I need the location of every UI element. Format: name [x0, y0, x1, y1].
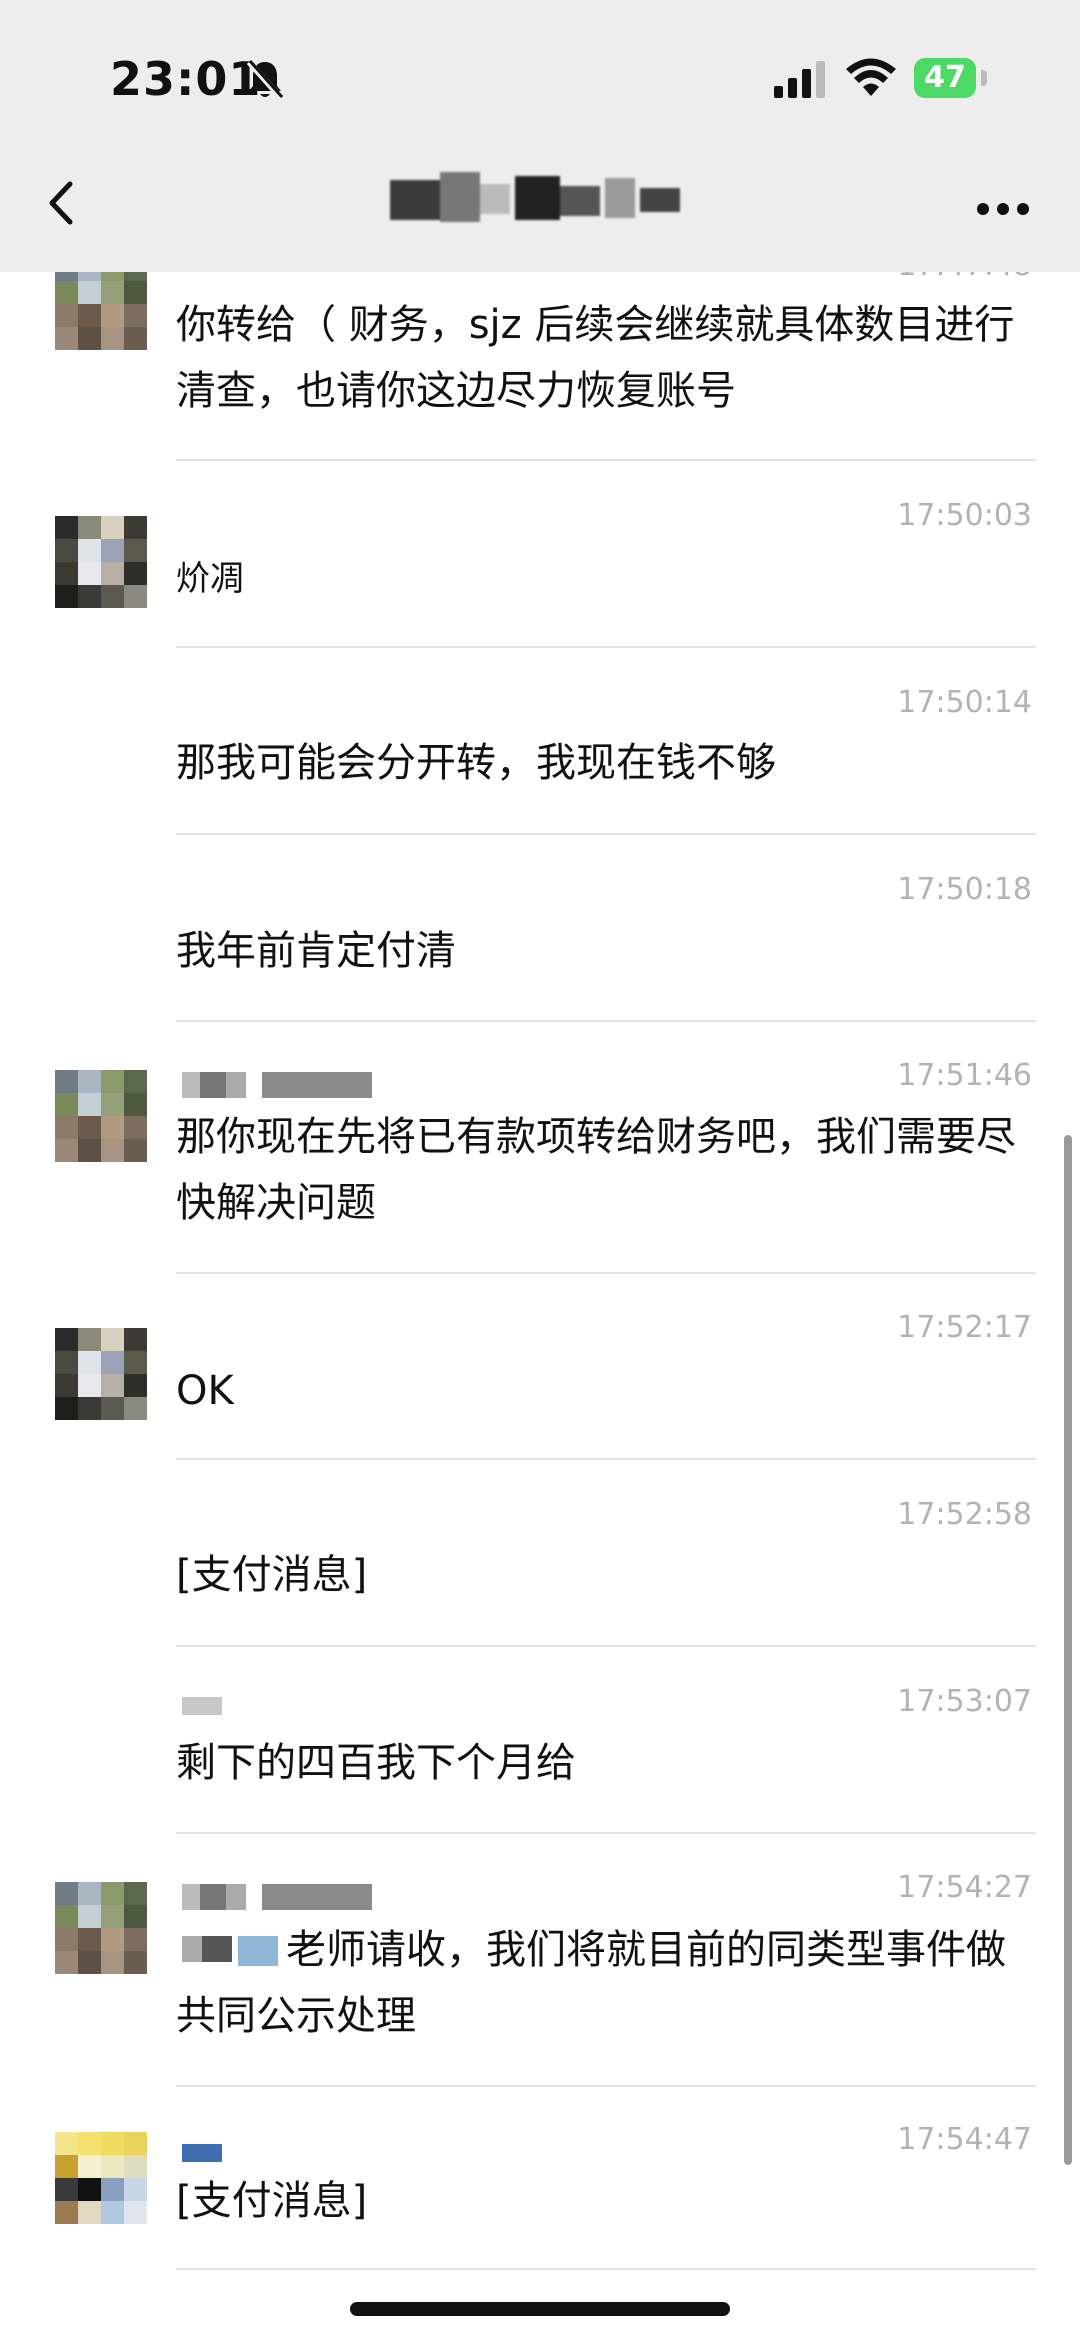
sender-name-redacted — [182, 1072, 372, 1098]
message-time: 17:54:47 — [897, 2122, 1032, 2157]
avatar[interactable] — [55, 1882, 147, 1974]
divider — [176, 2085, 1036, 2087]
message-time: 17:52:58 — [897, 1497, 1032, 1532]
divider — [176, 1832, 1036, 1834]
message-text: [支付消息] — [176, 1552, 368, 1598]
divider — [176, 646, 1036, 648]
avatar[interactable] — [55, 2132, 147, 2224]
avatar[interactable] — [55, 1328, 147, 1420]
message-time: 17:52:17 — [897, 1310, 1032, 1345]
message-text: 我年前肯定付清 — [176, 928, 456, 974]
divider — [176, 1020, 1036, 1022]
sender-name-redacted — [182, 1697, 222, 1723]
divider — [176, 1272, 1036, 1274]
ellipsis-icon[interactable] — [976, 202, 1030, 216]
top-bar: 23:01 47 — [0, 0, 1080, 272]
avatar[interactable] — [55, 516, 147, 608]
message-text: 那我可能会分开转，我现在钱不够 — [176, 740, 776, 786]
divider — [176, 2268, 1036, 2270]
divider — [176, 459, 1036, 461]
wifi-icon — [846, 58, 896, 96]
message-time: 17:50:14 — [897, 685, 1032, 720]
sender-name-redacted — [182, 1884, 372, 1910]
divider — [176, 833, 1036, 835]
message-text: 炌凋 — [176, 559, 244, 599]
home-indicator[interactable] — [350, 2302, 730, 2316]
chevron-left-icon[interactable] — [42, 178, 82, 228]
chat-title-redacted — [380, 170, 710, 240]
message-text: 剩下的四百我下个月给 — [176, 1740, 576, 1786]
message-text-content: 老师请收，我们将就目前的同类型事件做共同公示处理 — [176, 1927, 1006, 2039]
message-text: 你转给（ 财务，sjz 后续会继续就具体数目进行清查，也请你这边尽力恢复账号 — [176, 302, 1015, 414]
scrollbar-thumb[interactable] — [1064, 1135, 1072, 2165]
avatar[interactable] — [55, 1070, 147, 1162]
message-time: 17:50:18 — [897, 872, 1032, 907]
divider — [176, 1645, 1036, 1647]
bell-slash-icon — [246, 60, 284, 100]
message-text: OK — [176, 1368, 234, 1414]
cellular-signal-icon — [774, 61, 825, 98]
message-time: 17:50:03 — [897, 498, 1032, 533]
message-text: [支付消息] — [176, 2178, 368, 2224]
message-time: 17:51:46 — [897, 1058, 1032, 1093]
divider — [176, 1458, 1036, 1460]
battery-nub — [981, 70, 987, 86]
message-time: 17:53:07 — [897, 1684, 1032, 1719]
message-time: 17:54:27 — [897, 1870, 1032, 1905]
message-text: 老师请收，我们将就目前的同类型事件做共同公示处理 — [176, 1917, 1036, 2049]
sender-name-redacted — [182, 2144, 222, 2170]
message-text: 那你现在先将已有款项转给财务吧，我们需要尽快解决问题 — [176, 1114, 1016, 1226]
status-time: 23:01 — [110, 52, 262, 106]
battery-indicator: 47 — [914, 58, 976, 98]
